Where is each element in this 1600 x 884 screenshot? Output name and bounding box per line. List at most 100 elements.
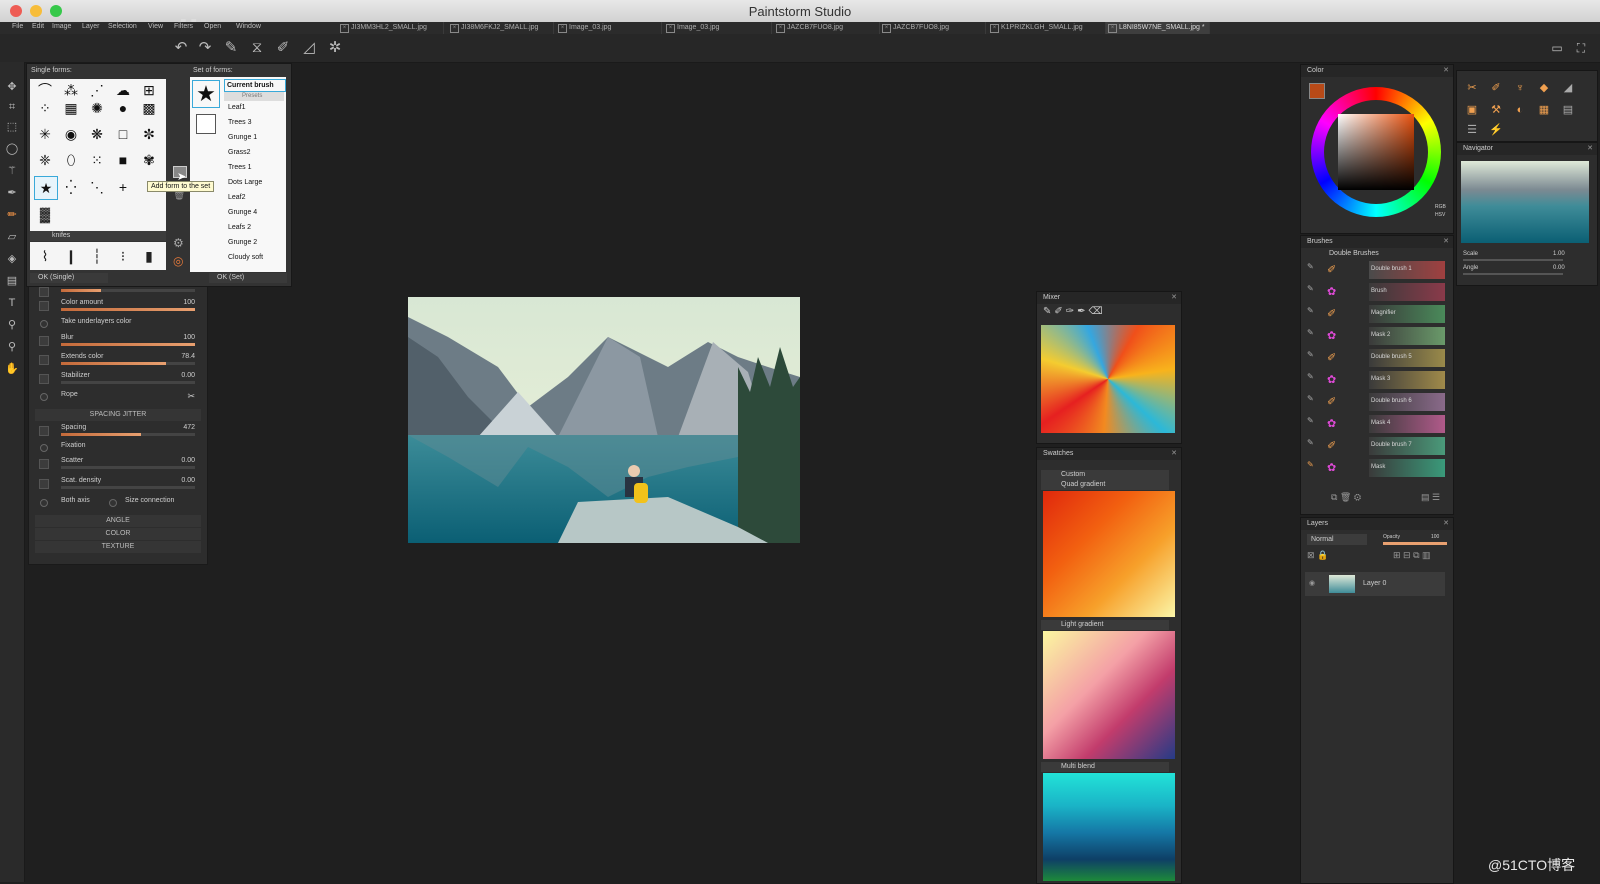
- spacing-checkbox[interactable]: [39, 426, 49, 436]
- scatter-checkbox[interactable]: [39, 459, 49, 469]
- spacing-slider[interactable]: [61, 433, 195, 436]
- ok-set-button[interactable]: OK (Set): [209, 273, 287, 283]
- notes-icon[interactable]: ▤: [1561, 103, 1575, 117]
- toggle-checkbox[interactable]: [39, 287, 49, 297]
- rope-radio[interactable]: [40, 393, 48, 401]
- form-thumb[interactable]: ⬯: [60, 149, 82, 171]
- angle-slider[interactable]: [1463, 273, 1563, 275]
- brush-actions-icon[interactable]: ⧉ 🗑 ⚙: [1331, 492, 1361, 503]
- form-thumb[interactable]: ⋱: [86, 176, 108, 198]
- canvas-image[interactable]: [408, 297, 800, 543]
- doc-tab-active[interactable]: × L8NI85W7NE_SMALL.jpg *: [1106, 22, 1210, 34]
- form-thumb-selected[interactable]: ★: [34, 176, 58, 200]
- mixer-canvas[interactable]: [1041, 325, 1175, 433]
- hand-tool-icon[interactable]: ✋: [3, 360, 21, 378]
- form-thumb[interactable]: ⁛: [60, 176, 82, 198]
- set-slot-star[interactable]: ★: [192, 80, 220, 108]
- form-thumb[interactable]: ✳: [34, 123, 56, 145]
- current-color-swatch[interactable]: [1309, 83, 1325, 99]
- close-tab-icon[interactable]: ×: [340, 24, 349, 33]
- set-item[interactable]: Grunge 1: [228, 134, 257, 141]
- form-thumb[interactable]: ❋: [86, 123, 108, 145]
- set-item[interactable]: Dots Large: [228, 179, 262, 186]
- both-axis-radio[interactable]: [40, 499, 48, 507]
- fill-tool-icon[interactable]: ◈: [3, 250, 21, 268]
- fixation-radio[interactable]: [40, 444, 48, 452]
- crop-tool-icon[interactable]: ⌗: [3, 98, 21, 116]
- current-brush-item[interactable]: Current brush: [224, 79, 286, 92]
- rgb-mode-label[interactable]: RGB: [1435, 204, 1446, 210]
- extends-color-checkbox[interactable]: [39, 355, 49, 365]
- form-thumb[interactable]: ⌇: [34, 245, 56, 267]
- doc-tab[interactable]: × JI38M6FKJ2_SMALL.jpg: [448, 22, 554, 34]
- close-tab-icon[interactable]: ×: [1108, 24, 1117, 33]
- brush-type-icon[interactable]: ✎: [1307, 416, 1314, 425]
- hsv-mode-label[interactable]: HSV: [1435, 212, 1445, 218]
- swatches-icon[interactable]: ▦: [1537, 103, 1551, 117]
- form-thumb[interactable]: □: [112, 123, 134, 145]
- take-underlayers-radio[interactable]: [40, 320, 48, 328]
- brush-type-icon[interactable]: ✎: [1307, 306, 1314, 315]
- swatch-group-light[interactable]: Light gradient: [1041, 620, 1169, 630]
- slider-track[interactable]: [61, 289, 195, 292]
- menu-file[interactable]: File: [12, 23, 23, 30]
- doc-tab[interactable]: × JAZCB7FUO8.jpg: [774, 22, 880, 34]
- zoom-tool-icon[interactable]: ⚲: [3, 338, 21, 356]
- image-icon[interactable]: ▣: [1465, 103, 1479, 117]
- text-tool-icon[interactable]: T: [3, 294, 21, 312]
- redo-icon[interactable]: ↷: [196, 39, 214, 57]
- pipette-icon[interactable]: ✐: [274, 39, 292, 57]
- form-thumb[interactable]: ⁘: [34, 97, 56, 119]
- rope-settings-icon[interactable]: ✂: [187, 391, 195, 402]
- set-item[interactable]: Grunge 2: [228, 239, 257, 246]
- fullscreen-icon[interactable]: ⛶: [1572, 39, 1590, 57]
- form-thumb[interactable]: ▩: [138, 97, 160, 119]
- brush-item[interactable]: ✐ Magnifier: [1321, 304, 1449, 324]
- form-thumb[interactable]: ◉: [60, 123, 82, 145]
- eraser-tool-icon[interactable]: ▱: [3, 228, 21, 246]
- mixer-icon[interactable]: ♆: [1513, 81, 1527, 95]
- list-icon[interactable]: ☰: [1465, 123, 1479, 137]
- mixer-tools[interactable]: ✎✐✑✒⌫: [1043, 306, 1106, 317]
- brush-item[interactable]: ✿ Brush: [1321, 282, 1449, 302]
- brush-item[interactable]: ✿ Mask 3: [1321, 370, 1449, 390]
- swatch-group-multi[interactable]: Multi blend: [1041, 762, 1169, 772]
- close-tab-icon[interactable]: ×: [776, 24, 785, 33]
- color-amount-checkbox[interactable]: [39, 301, 49, 311]
- center-icon[interactable]: ◎: [173, 254, 183, 268]
- swatch-group-quad[interactable]: Quad gradient: [1041, 480, 1169, 490]
- blur-checkbox[interactable]: [39, 336, 49, 346]
- form-thumb[interactable]: ✼: [138, 123, 160, 145]
- doc-tab[interactable]: × K1PRIZKLGH_SMALL.jpg: [988, 22, 1106, 34]
- blur-row[interactable]: Blur 100: [37, 333, 201, 349]
- brush-item[interactable]: ✿ Mask: [1321, 458, 1449, 478]
- light-gradient-swatch[interactable]: [1043, 631, 1175, 759]
- form-thumb[interactable]: ⁝: [112, 245, 134, 267]
- menu-window[interactable]: Window: [236, 23, 261, 30]
- close-tab-icon[interactable]: ×: [882, 24, 891, 33]
- layer-actions-icon[interactable]: ⊞ ⊟ ⧉ ▥: [1393, 550, 1431, 561]
- form-thumb[interactable]: ■: [112, 149, 134, 171]
- ruler-icon[interactable]: ◿: [300, 39, 318, 57]
- stabilizer-slider[interactable]: [61, 381, 195, 384]
- set-item[interactable]: Trees 1: [228, 164, 251, 171]
- visibility-icon[interactable]: ◉: [1309, 579, 1315, 587]
- scat-density-checkbox[interactable]: [39, 479, 49, 489]
- brush-tool-icon[interactable]: ✏: [3, 206, 21, 224]
- blend-mode-select[interactable]: Normal: [1307, 534, 1367, 545]
- magic-wand-tool-icon[interactable]: ⚚: [3, 162, 21, 180]
- gear-icon[interactable]: ✲: [326, 39, 344, 57]
- set-item[interactable]: Leaf2: [228, 194, 246, 201]
- scale-slider[interactable]: [1463, 259, 1563, 261]
- brush-type-icon[interactable]: ✎: [1307, 372, 1314, 381]
- hammer-icon[interactable]: ⚒: [1489, 103, 1503, 117]
- multi-blend-swatch[interactable]: [1043, 773, 1175, 881]
- gradient-tool-icon[interactable]: ▤: [3, 272, 21, 290]
- paint-roller-tool-icon[interactable]: ⚲: [3, 316, 21, 334]
- menu-selection[interactable]: Selection: [108, 23, 137, 30]
- layers-icon[interactable]: ◆: [1537, 81, 1551, 95]
- doc-tab[interactable]: × Image_03.jpg: [556, 22, 662, 34]
- form-thumb[interactable]: ▓: [34, 203, 56, 225]
- color-section[interactable]: COLOR: [35, 528, 201, 540]
- close-icon[interactable]: ✕: [1443, 236, 1449, 248]
